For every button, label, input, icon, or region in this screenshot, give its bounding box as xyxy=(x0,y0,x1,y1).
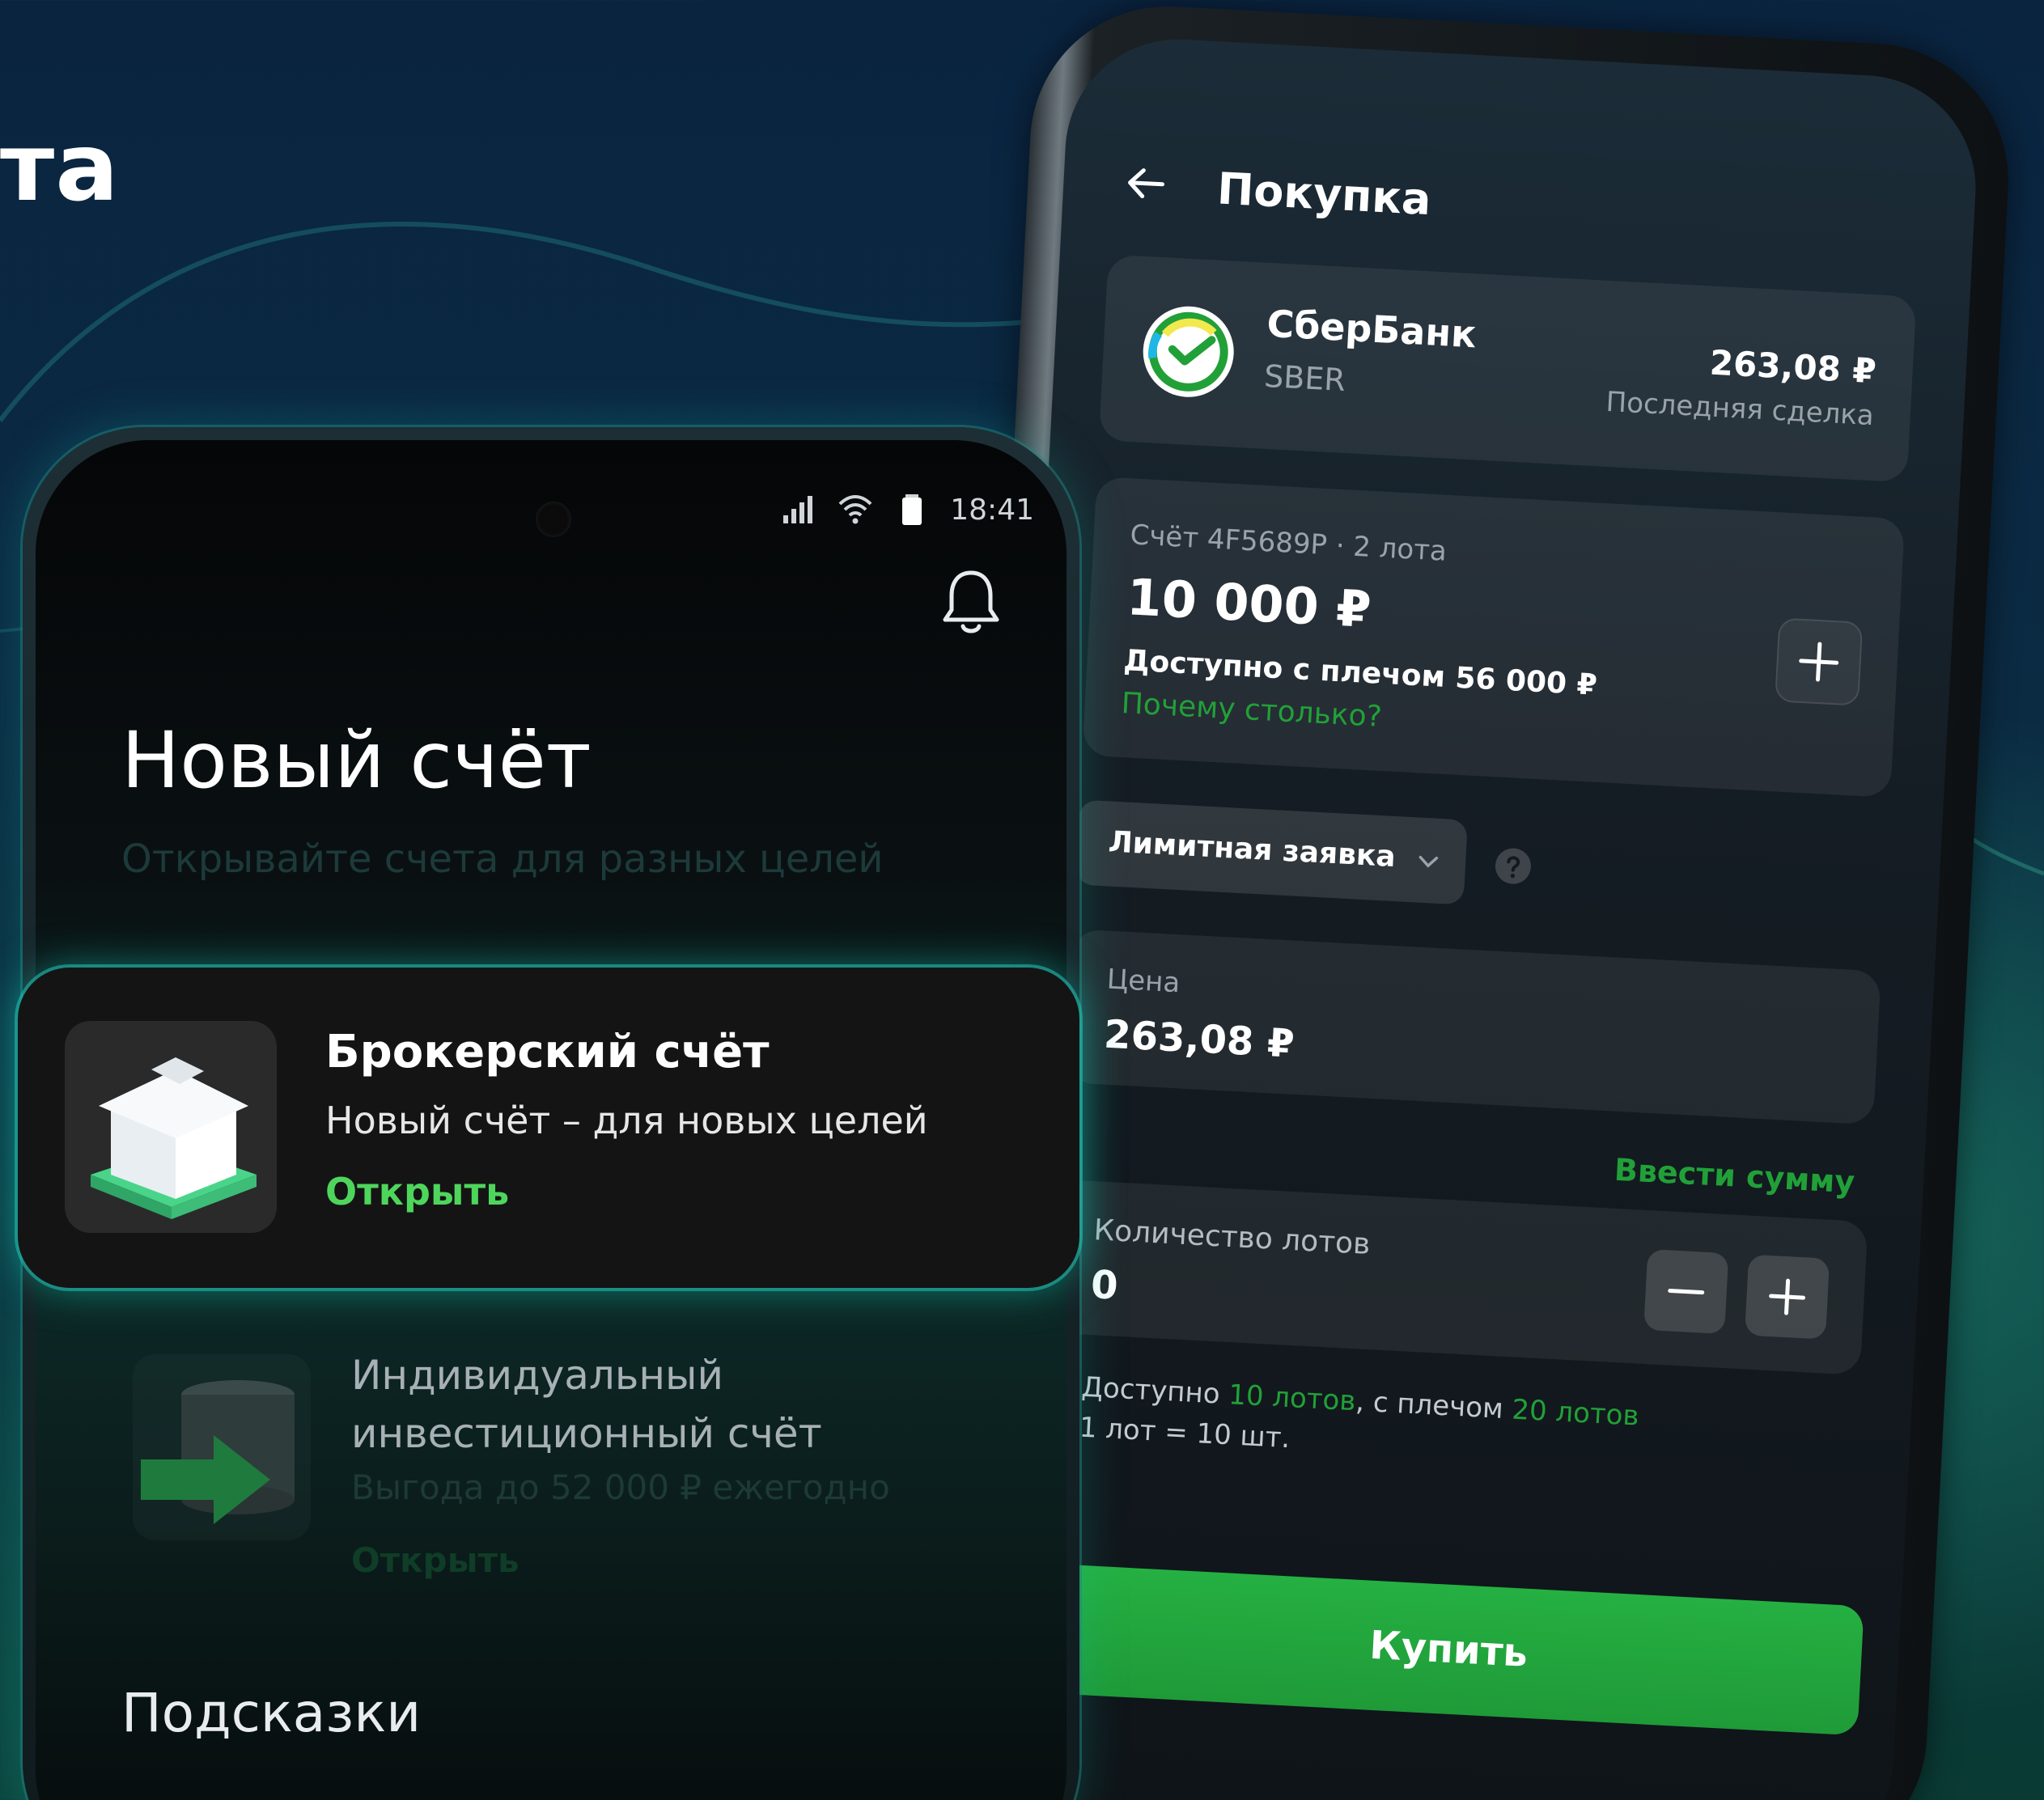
signal-icon xyxy=(783,496,813,523)
order-type-label: Лимитная заявка xyxy=(1107,825,1397,874)
top-up-button[interactable] xyxy=(1775,617,1864,706)
minus-icon xyxy=(1668,1289,1705,1295)
hints-title: Подсказки xyxy=(121,1682,422,1744)
stock-card[interactable]: СберБанк SBER 263,08 ₽ Последняя сделка xyxy=(1098,254,1917,483)
lots-label: Количество лотов xyxy=(1092,1213,1372,1262)
headline-fragment: та xyxy=(0,113,120,222)
price-value[interactable]: 263,08 ₽ xyxy=(1103,1012,1296,1067)
front-camera xyxy=(536,502,571,537)
plus-icon xyxy=(1769,1278,1806,1315)
available-middle: , с плечом xyxy=(1355,1385,1513,1426)
stock-name: СберБанк xyxy=(1266,301,1478,357)
battery-icon xyxy=(902,494,922,525)
page-title: Новый счёт xyxy=(121,715,592,806)
plus-icon xyxy=(1799,642,1839,682)
page-subtitle: Открывайте счета для разных целей xyxy=(121,836,884,882)
available-lots-count[interactable]: 10 лотов xyxy=(1228,1379,1356,1417)
iis-title-line2: инвестиционный счёт xyxy=(351,1410,822,1457)
account-amount: 10 000 ₽ xyxy=(1125,567,1373,639)
back-arrow-icon[interactable] xyxy=(1121,158,1172,209)
broker-icon-box xyxy=(65,1021,277,1233)
chevron-down-icon xyxy=(1419,855,1439,868)
help-icon[interactable] xyxy=(1493,845,1533,886)
available-prefix: Доступно xyxy=(1080,1370,1230,1412)
stock-price-label: Последняя сделка xyxy=(1605,385,1875,433)
price-label: Цена xyxy=(1105,963,1181,1000)
bell-icon[interactable] xyxy=(940,568,1002,636)
iis-open-link[interactable]: Открыть xyxy=(351,1540,519,1580)
iis-benefit: Выгода до 52 000 ₽ ежегодно xyxy=(351,1468,890,1507)
status-time: 18:41 xyxy=(950,493,1034,527)
why-link[interactable]: Почему столько? xyxy=(1121,687,1383,734)
broker-title: Брокерский счёт xyxy=(325,1026,770,1078)
sber-logo-icon xyxy=(1143,306,1234,397)
broker-description: Новый счёт – для новых целей xyxy=(325,1099,928,1142)
enter-amount-link[interactable]: Ввести сумму xyxy=(1614,1152,1855,1201)
iis-title-line1: Индивидуальный xyxy=(351,1352,724,1399)
order-type-select[interactable]: Лимитная заявка xyxy=(1075,799,1468,905)
purchase-screen: Покупка СберБанк SBER 263,08 ₽ Последняя… xyxy=(977,33,1982,1800)
lot-size: 1 лот = 10 шт. xyxy=(1078,1411,1291,1455)
stock-price: 263,08 ₽ xyxy=(1708,342,1877,392)
status-bar: 18:41 xyxy=(780,485,1034,534)
account-label: Счёт 4F5689P · 2 лота xyxy=(1129,519,1448,568)
wifi-icon xyxy=(838,495,872,524)
broker-account-card[interactable]: Брокерский счёт Новый счёт – для новых ц… xyxy=(18,968,1079,1288)
building-icon xyxy=(91,1057,257,1219)
iis-coins-icon xyxy=(141,1380,295,1524)
page-title: Покупка xyxy=(1215,163,1433,226)
broker-open-link[interactable]: Открыть xyxy=(325,1170,509,1213)
lots-field[interactable]: Количество лотов 0 xyxy=(1051,1179,1868,1375)
account-card: Счёт 4F5689P · 2 лота 10 000 ₽ Доступно … xyxy=(1082,476,1906,798)
price-field[interactable]: Цена 263,08 ₽ xyxy=(1065,929,1881,1125)
decrease-lots-button[interactable] xyxy=(1643,1249,1729,1335)
stock-ticker: SBER xyxy=(1263,358,1346,398)
buy-button[interactable]: Купить xyxy=(1033,1563,1864,1736)
increase-lots-button[interactable] xyxy=(1745,1254,1830,1340)
leverage-lots-count[interactable]: 20 лотов xyxy=(1511,1394,1639,1433)
lots-value[interactable]: 0 xyxy=(1090,1262,1119,1309)
purchase-phone: Покупка СберБанк SBER 263,08 ₽ Последняя… xyxy=(941,0,2016,1800)
iis-title[interactable]: Индивидуальный инвестиционный счёт xyxy=(351,1346,822,1463)
